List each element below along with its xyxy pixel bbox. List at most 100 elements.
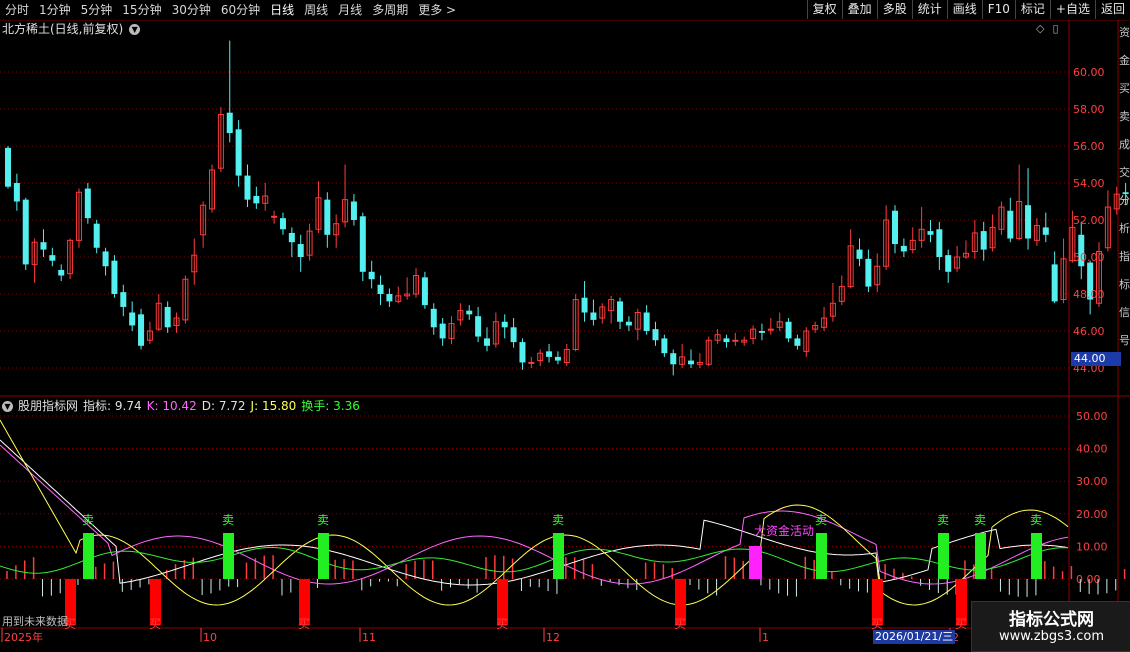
- candle-down: [936, 229, 943, 257]
- sell-signal-bar: [83, 533, 94, 579]
- indicator-tick-label: 40.00: [1076, 443, 1108, 456]
- indicator-tick-label: 0.00: [1076, 573, 1101, 586]
- candle-down: [279, 218, 286, 230]
- watermark-title: 指标公式网: [1009, 610, 1094, 630]
- indicator-tick-label: 20.00: [1076, 508, 1108, 521]
- sell-signal-bar: [975, 533, 986, 579]
- candle-down: [1007, 210, 1014, 239]
- candle-down: [297, 244, 304, 257]
- candle-down: [466, 310, 473, 315]
- indicator-line-k: [0, 444, 1069, 585]
- candle-down: [661, 338, 668, 354]
- sell-signal-bar: [938, 533, 949, 579]
- candle-down: [5, 147, 11, 187]
- candle-down: [900, 245, 907, 252]
- indicator-line-j: [0, 419, 1069, 606]
- right-strip-char: 分: [1119, 194, 1130, 207]
- buy-signal-label: 买: [298, 617, 310, 631]
- candle-down: [723, 338, 730, 343]
- candle-down: [483, 338, 490, 346]
- cursor-date-label: 2026/01/21/三: [873, 630, 956, 644]
- candle-down: [439, 323, 446, 339]
- candle-down: [519, 342, 526, 363]
- candle-down: [350, 201, 357, 220]
- sell-signal-bar: [1031, 533, 1042, 579]
- price-tick-label: 46.00: [1073, 325, 1105, 338]
- candle-down: [58, 269, 65, 276]
- sell-signal-label: 卖: [815, 513, 827, 527]
- sell-signal-label: 卖: [222, 513, 234, 527]
- metric-label: 换手:: [301, 399, 330, 413]
- right-strip-char: 卖: [1119, 110, 1130, 123]
- right-strip-char: 资: [1119, 26, 1130, 39]
- candle-down: [1025, 205, 1032, 239]
- candle-down: [670, 353, 677, 365]
- candle-down: [892, 210, 898, 245]
- big-money-bar: [749, 546, 762, 579]
- indicator-dropdown-icon[interactable]: ▼: [2, 400, 13, 412]
- candle-down: [927, 231, 934, 235]
- buy-signal-label: 买: [674, 617, 686, 631]
- right-strip-char: 号: [1119, 334, 1130, 347]
- indicator-metric-1: K: 10.42: [147, 398, 197, 414]
- candle-down: [235, 129, 242, 176]
- indicator-legend: ▼ 股朋指标网 指标: 9.74 K: 10.42 D: 7.72 J: 15.80 换…: [2, 398, 360, 414]
- sell-signal-bar: [553, 533, 564, 579]
- site-watermark: 指标公式网 www.zbgs3.com: [971, 601, 1130, 652]
- sell-signal-label: 卖: [317, 513, 329, 527]
- candle-up: [732, 339, 739, 342]
- candle-down: [253, 195, 260, 204]
- indicator-line-turnover: [0, 546, 1069, 574]
- right-strip-char: 析: [1119, 221, 1130, 235]
- metric-value: 7.72: [215, 399, 246, 413]
- candle-up: [528, 361, 535, 364]
- candle-down: [475, 316, 482, 337]
- time-tick-label: 11: [362, 631, 376, 644]
- candle-down: [945, 255, 952, 272]
- buy-signal-label: 买: [871, 617, 883, 631]
- metric-label: D:: [201, 399, 215, 413]
- candle-down: [120, 292, 127, 307]
- indicator-name[interactable]: 股朋指标网: [18, 398, 78, 414]
- future-data-note: 用到未来数据: [2, 615, 68, 628]
- indicator-metric-4: 换手: 3.36: [301, 398, 360, 414]
- right-strip-char: 买: [1119, 82, 1130, 95]
- time-tick-label: 2025年: [4, 630, 43, 644]
- buy-signal-label: 买: [496, 617, 508, 631]
- candle-down: [138, 314, 145, 346]
- metric-value: 15.80: [258, 399, 297, 413]
- candle-down: [687, 360, 694, 365]
- sell-signal-label: 卖: [1030, 513, 1042, 527]
- indicator-metric-3: J: 15.80: [251, 398, 297, 414]
- sell-signal-label: 卖: [974, 513, 986, 527]
- sell-signal-bar: [816, 533, 827, 579]
- candle-down: [359, 216, 366, 272]
- candle-down: [226, 112, 233, 134]
- sell-signal-bar: [223, 533, 234, 579]
- chart-canvas[interactable]: 60.00 58.00 56.00 54.00 52.00 50.00 48.00 46.00…: [0, 0, 1130, 650]
- indicator-tick-label: 10.00: [1076, 540, 1108, 553]
- candle-down: [22, 199, 29, 265]
- candle-up: [271, 215, 278, 218]
- candle-down: [1051, 264, 1058, 302]
- price-tick-label: 50.00: [1073, 251, 1105, 264]
- buy-signal-label: 买: [149, 617, 161, 631]
- candle-down: [794, 338, 801, 346]
- candle-down: [581, 297, 588, 313]
- right-strip-char: 信: [1119, 306, 1130, 319]
- candle-down: [546, 351, 553, 357]
- candle-down: [980, 231, 987, 250]
- sell-signal-label: 卖: [82, 513, 94, 527]
- price-tick-label: 48.00: [1073, 288, 1105, 301]
- right-strip-char: 成: [1119, 138, 1130, 151]
- right-strip-char: 标: [1119, 277, 1130, 291]
- candle-down: [1042, 227, 1049, 235]
- time-tick-label: 12: [546, 631, 560, 644]
- candle-down: [111, 260, 118, 294]
- price-tick-label: 54.00: [1073, 177, 1105, 190]
- price-tick-label: 52.00: [1073, 214, 1105, 227]
- candle-down: [590, 312, 597, 320]
- candle-down: [865, 258, 872, 287]
- candle-down: [102, 251, 109, 267]
- metric-value: 3.36: [329, 399, 360, 413]
